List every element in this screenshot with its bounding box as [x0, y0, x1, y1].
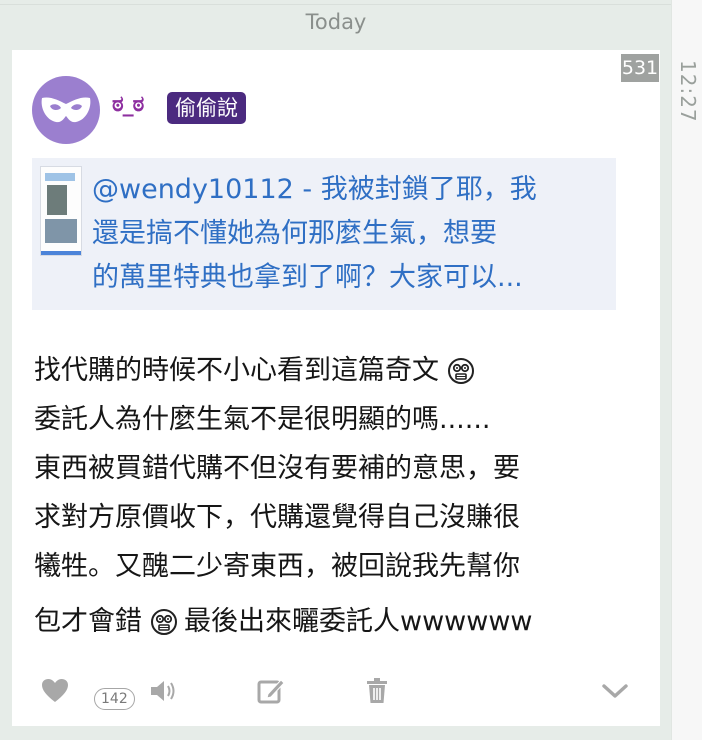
shocked-face-icon	[448, 358, 474, 384]
more-button[interactable]	[600, 676, 630, 712]
post-card[interactable]: ಠ_ಠ 偷偷說 @wendy10112 - 我被封鎖了耶，我 還是搞不懂她為何那…	[12, 50, 660, 726]
trash-icon	[367, 678, 387, 703]
body-text-span: 找代購的時候不小心看到這篇奇文	[34, 355, 439, 386]
body-line: 犧牲。又醜二少寄東西，被回說我先幫你	[34, 551, 520, 582]
board-tag[interactable]: 偷偷說	[167, 92, 246, 124]
time-label: 12:27	[676, 60, 700, 123]
body-line: 找代購的時候不小心看到這篇奇文	[34, 346, 644, 395]
chevron-down-icon	[602, 684, 628, 698]
edit-icon	[257, 679, 285, 704]
edit-button[interactable]	[256, 676, 286, 712]
like-button[interactable]: 142	[40, 676, 135, 712]
like-count: 142	[94, 688, 135, 710]
speak-button[interactable]	[148, 676, 178, 712]
mask-icon	[41, 97, 91, 123]
heart-icon	[42, 679, 68, 702]
link-preview-text[interactable]: @wendy10112 - 我被封鎖了耶，我 還是搞不懂她為何那麼生氣，想要 的…	[92, 168, 607, 300]
timestamp-strip: 12:27	[671, 0, 702, 740]
link-line: 的萬里特典也拿到了啊？大家可以...	[92, 262, 523, 293]
body-line: 包才會錯 最後出來曬委託人wwwwww	[34, 597, 644, 646]
link-line: @wendy10112 - 我被封鎖了耶，我	[92, 174, 537, 205]
speaker-icon	[151, 681, 175, 701]
body-line: 委託人為什麼生氣不是很明顯的嗎......	[34, 404, 491, 435]
action-bar: 142	[12, 670, 660, 720]
avatar[interactable]	[32, 76, 100, 144]
page: Today 12:27 ಠ_ಠ 偷偷說 @wendy10112 - 我被封鎖了耶…	[0, 0, 702, 740]
body-line: 東西被買錯代購不但沒有要補的意思，要	[34, 453, 520, 484]
link-thumbnail	[40, 166, 82, 256]
body-text-span: 包才會錯	[34, 606, 142, 637]
body-line: 求對方原價收下，代購還覺得自己沒賺很	[34, 502, 520, 533]
delete-button[interactable]	[362, 676, 392, 712]
shocked-face-icon	[151, 609, 177, 635]
post-body: 找代購的時候不小心看到這篇奇文 委託人為什麼生氣不是很明顯的嗎...... 東西…	[34, 346, 644, 646]
body-text-span: 最後出來曬委託人wwwwww	[184, 606, 533, 637]
link-line: 還是搞不懂她為何那麼生氣，想要	[92, 218, 497, 249]
username[interactable]: ಠ_ಠ	[112, 92, 144, 117]
count-badge: 531	[621, 54, 659, 82]
link-preview[interactable]: @wendy10112 - 我被封鎖了耶，我 還是搞不懂她為何那麼生氣，想要 的…	[32, 158, 616, 310]
date-header: Today	[305, 10, 367, 34]
